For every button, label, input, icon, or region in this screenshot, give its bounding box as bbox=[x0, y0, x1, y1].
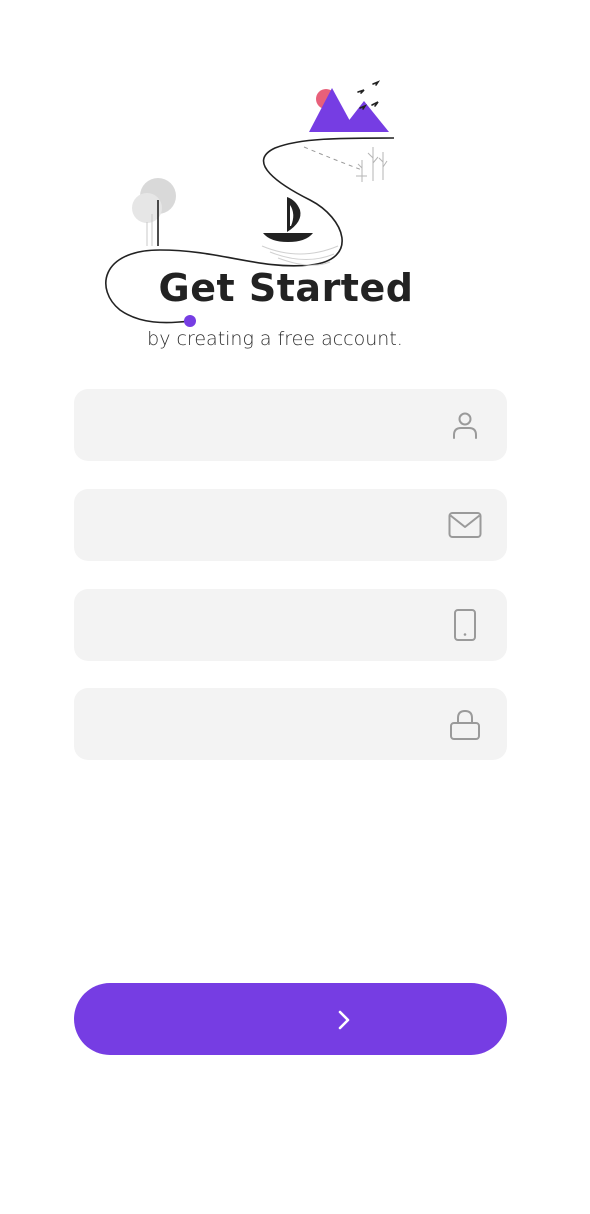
sailboat-shape bbox=[263, 197, 313, 242]
phone-field[interactable] bbox=[74, 589, 507, 661]
phone-input[interactable] bbox=[74, 589, 448, 661]
name-input[interactable] bbox=[74, 389, 448, 461]
phone-icon bbox=[454, 609, 476, 641]
round-trees bbox=[132, 178, 176, 246]
email-input[interactable] bbox=[74, 489, 448, 561]
password-field[interactable] bbox=[74, 688, 507, 760]
bare-trees bbox=[356, 147, 388, 182]
mail-icon bbox=[448, 512, 482, 538]
email-field[interactable] bbox=[74, 489, 507, 561]
water-ripples bbox=[261, 245, 339, 266]
password-input[interactable] bbox=[74, 688, 448, 760]
chevron-right-icon bbox=[338, 1010, 350, 1030]
path-end-dot bbox=[184, 315, 196, 327]
header-illustration bbox=[105, 80, 395, 327]
page-subtitle: by creating a free account. bbox=[0, 328, 590, 350]
submit-button[interactable] bbox=[74, 983, 507, 1055]
page-subtitle-text: by creating a free account. bbox=[147, 328, 403, 350]
page-title: Get Started bbox=[0, 266, 590, 310]
person-icon bbox=[453, 412, 477, 439]
hillside-dashes bbox=[303, 146, 363, 171]
page-title-text: Get Started bbox=[158, 266, 414, 310]
name-field[interactable] bbox=[74, 389, 507, 461]
lock-icon bbox=[450, 709, 480, 740]
